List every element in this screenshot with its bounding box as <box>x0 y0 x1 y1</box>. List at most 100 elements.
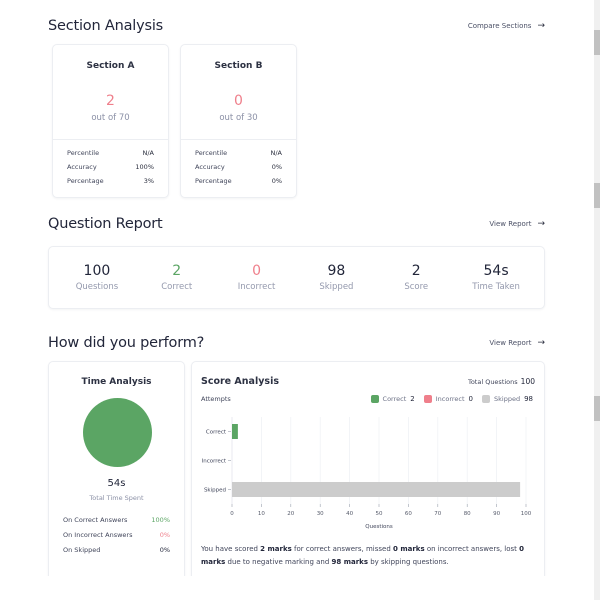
section-score: 2 <box>106 93 115 109</box>
total-questions-value: 100 <box>520 377 535 386</box>
view-report-label: View Report <box>489 220 532 228</box>
x-tick-label: 40 <box>346 511 353 517</box>
report-stat-value: 0 <box>252 263 262 279</box>
time-row-incorrect: On Incorrect Answers 0% <box>63 531 170 546</box>
legend-label: Incorrect <box>435 395 465 403</box>
legend-item-incorrect[interactable]: Incorrect 0 <box>423 395 473 403</box>
section-card-a: Section A 2 out of 70 Percentile N/A Acc… <box>52 44 169 198</box>
stat-row-percentage: Percentage 0% <box>195 177 282 191</box>
time-row-value: 0% <box>159 546 170 554</box>
results-page: Section Analysis Compare Sections → Sect… <box>0 0 594 576</box>
x-tick-label: 20 <box>287 511 294 517</box>
stat-row-accuracy: Accuracy 0% <box>195 163 282 177</box>
section-name: Section A <box>86 61 135 71</box>
stat-row-percentile: Percentile N/A <box>195 149 282 163</box>
report-stat-value: 100 <box>83 263 111 279</box>
x-tick-label: 90 <box>493 511 500 517</box>
section-out-of: out of 30 <box>219 113 258 123</box>
score-analysis-title: Score Analysis <box>201 376 279 387</box>
section-score: 0 <box>234 93 243 109</box>
time-row-label: On Skipped <box>63 546 101 554</box>
total-time-value: 54s <box>107 478 126 489</box>
view-report-label: View Report <box>489 339 532 347</box>
x-tick-label: 100 <box>521 511 532 517</box>
compare-sections-label: Compare Sections <box>467 22 532 30</box>
report-stat-score: 2 Score <box>376 263 456 292</box>
legend-value: 0 <box>468 395 473 403</box>
stat-label: Accuracy <box>67 163 97 171</box>
view-report-link[interactable]: View Report → <box>489 338 545 348</box>
summary-text: You have scored <box>201 545 261 553</box>
x-tick-label: 10 <box>258 511 265 517</box>
arrow-right-icon: → <box>537 338 545 348</box>
time-row-label: On Incorrect Answers <box>63 531 133 539</box>
summary-text: due to negative marking and <box>225 558 332 566</box>
report-stat-label: Questions <box>75 282 119 292</box>
report-stat-label: Incorrect <box>237 282 276 292</box>
scrollbar-thumb[interactable] <box>594 396 600 421</box>
divider <box>53 139 168 140</box>
chart-legend: Correct 2 Incorrect 0 Skipped 98 <box>370 395 533 403</box>
summary-text: by skipping questions. <box>368 558 449 566</box>
arrow-right-icon: → <box>537 219 545 229</box>
summary-text: on incorrect answers, lost <box>424 545 520 553</box>
section-analysis-title: Section Analysis <box>48 18 164 34</box>
report-stat-label: Score <box>404 282 429 292</box>
x-axis-label: Questions <box>365 524 393 530</box>
stat-row-accuracy: Accuracy 100% <box>67 163 154 177</box>
legend-label: Skipped <box>494 395 521 403</box>
legend-swatch <box>423 395 432 403</box>
report-stat-label: Time Taken <box>472 282 520 292</box>
report-stat-skipped: 98 Skipped <box>296 263 376 292</box>
section-card-b: Section B 0 out of 30 Percentile N/A Acc… <box>180 44 297 198</box>
stat-label: Percentile <box>67 149 100 157</box>
summary-correct-marks: 2 marks <box>260 545 292 553</box>
x-tick-label: 0 <box>230 511 234 517</box>
y-tick-label-correct: Correct <box>206 430 227 436</box>
question-report-title: Question Report <box>48 216 163 232</box>
report-stat-correct: 2 Correct <box>137 263 217 292</box>
bar-correct <box>232 424 238 439</box>
question-report-card: 100 Questions 2 Correct 0 Incorrect 98 Skipped 2… <box>48 246 545 309</box>
legend-swatch <box>370 395 379 403</box>
x-tick-label: 80 <box>464 511 471 517</box>
total-time-label: Total Time Spent <box>89 494 144 502</box>
report-stat-value: 2 <box>411 263 421 279</box>
y-tick-label-skipped: Skipped <box>204 488 226 494</box>
section-stats: Percentile N/A Accuracy 100% Percentage … <box>67 149 154 191</box>
question-report-header: Question Report View Report → <box>48 216 545 232</box>
section-analysis-header: Section Analysis Compare Sections → <box>48 18 545 34</box>
time-row-value: 0% <box>159 531 170 539</box>
stat-label: Percentile <box>195 149 228 157</box>
report-stat-label: Correct <box>161 282 193 292</box>
section-name: Section B <box>214 61 263 71</box>
compare-sections-link[interactable]: Compare Sections → <box>468 21 545 31</box>
legend-item-skipped[interactable]: Skipped 98 <box>482 395 533 403</box>
view-report-link[interactable]: View Report → <box>489 219 545 229</box>
y-tick-label-incorrect: Incorrect <box>202 459 227 465</box>
stat-value: 0% <box>271 177 282 185</box>
x-tick-label: 60 <box>405 511 412 517</box>
report-stat-value: 98 <box>327 263 346 279</box>
time-row-correct: On Correct Answers 100% <box>63 516 170 531</box>
attempts-bar-chart: 0 10 20 30 40 50 60 70 80 90 100 Correct Incorrect Sk… <box>202 417 532 530</box>
time-breakdown: On Correct Answers 100% On Incorrect Ans… <box>63 516 170 561</box>
x-tick-label: 50 <box>376 511 383 517</box>
performance-title: How did you perform? <box>48 335 205 351</box>
scrollbar-track[interactable] <box>594 0 600 600</box>
stat-value: N/A <box>142 149 155 157</box>
x-tick-label: 30 <box>317 511 324 517</box>
total-questions-label: Total Questions <box>467 378 518 386</box>
scrollbar-thumb[interactable] <box>594 183 600 208</box>
stat-row-percentage: Percentage 3% <box>67 177 154 191</box>
report-stat-value: 2 <box>172 263 182 279</box>
stat-value: N/A <box>270 149 283 157</box>
score-analysis-card: Score Analysis Total Questions 100 Attemp… <box>191 361 545 576</box>
stat-row-percentile: Percentile N/A <box>67 149 154 163</box>
stat-label: Percentage <box>195 177 232 185</box>
report-stat-label: Skipped <box>319 282 354 292</box>
legend-item-correct[interactable]: Correct 2 <box>370 395 415 403</box>
legend-label: Correct <box>382 395 407 403</box>
scrollbar-thumb[interactable] <box>594 30 600 55</box>
legend-value: 2 <box>410 395 415 403</box>
